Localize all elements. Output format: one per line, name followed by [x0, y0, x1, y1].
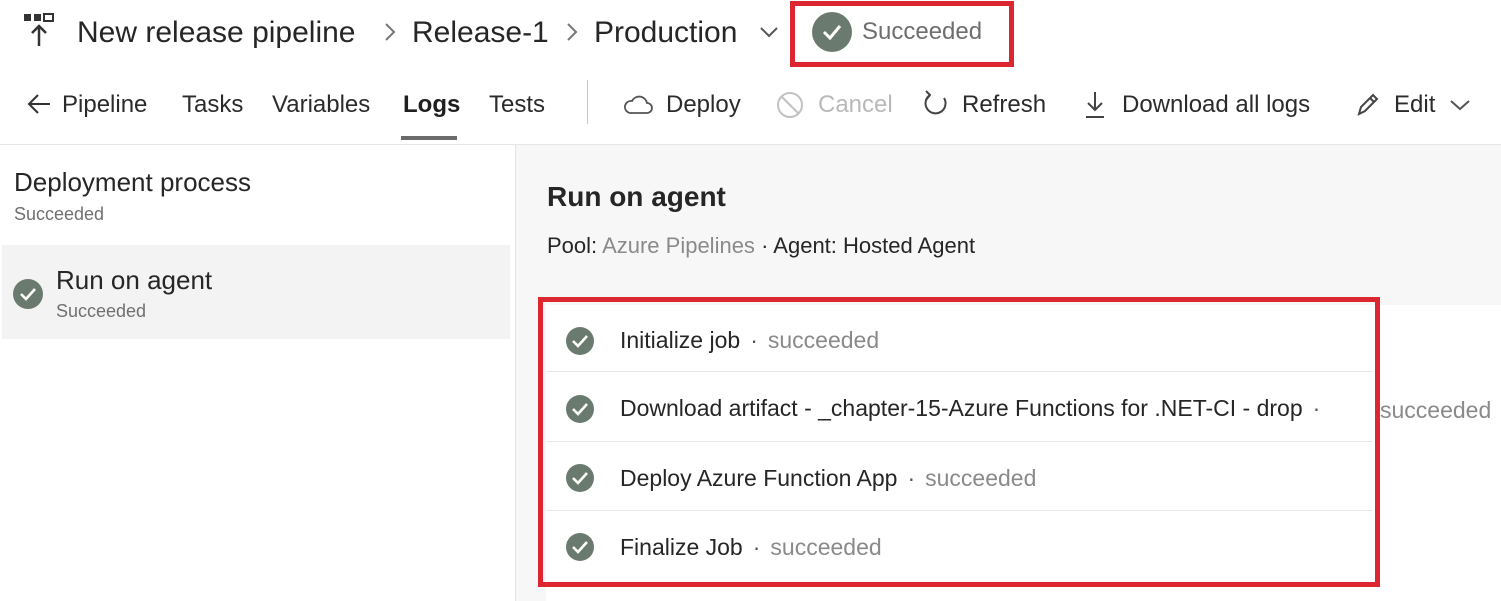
chevron-right-icon — [385, 23, 396, 41]
success-check-icon — [13, 279, 43, 309]
refresh-button[interactable]: Refresh — [962, 90, 1046, 120]
release-pipeline-icon — [24, 13, 54, 46]
pool-link[interactable]: Azure Pipelines — [602, 233, 755, 258]
agent-info: Pool: Azure Pipelines · Agent: Hosted Ag… — [547, 232, 975, 260]
job-name: Run on agent — [56, 265, 213, 295]
tab-pipeline[interactable]: Pipeline — [62, 90, 147, 120]
deployment-process-title[interactable]: Deployment process — [14, 166, 251, 198]
tab-tasks[interactable]: Tasks — [182, 90, 243, 120]
refresh-icon — [924, 90, 947, 115]
steps-highlight-box — [538, 297, 1380, 587]
edit-button[interactable]: Edit — [1394, 90, 1435, 120]
breadcrumb-stage[interactable]: Production — [594, 14, 737, 52]
pencil-icon — [1357, 93, 1379, 116]
tab-logs[interactable]: Logs — [403, 90, 460, 120]
meta-separator: · — [761, 233, 769, 258]
toolbar: Pipeline Tasks Variables Logs Tests Depl… — [0, 72, 1501, 144]
cloud-icon — [624, 95, 653, 114]
header: New release pipeline Release-1 Productio… — [0, 0, 1501, 70]
active-tab-indicator — [401, 136, 457, 140]
cancel-button[interactable]: Cancel — [818, 90, 893, 120]
release-status: Succeeded — [862, 18, 983, 45]
toolbar-divider — [587, 80, 588, 124]
agent-label: Agent: Hosted Agent — [773, 233, 976, 258]
tab-tests[interactable]: Tests — [489, 90, 545, 120]
breadcrumb-pipeline[interactable]: New release pipeline — [77, 14, 356, 52]
job-status: Succeeded — [56, 301, 147, 321]
success-check-icon — [812, 12, 852, 52]
step-status: succeeded — [1380, 397, 1492, 423]
download-all-logs-button[interactable]: Download all logs — [1122, 90, 1310, 120]
chevron-down-icon[interactable] — [759, 25, 779, 39]
chevron-down-icon[interactable] — [1449, 98, 1471, 112]
chevron-right-icon — [567, 23, 578, 41]
tab-variables[interactable]: Variables — [272, 90, 370, 120]
deploy-button[interactable]: Deploy — [666, 90, 741, 120]
deployment-process-status: Succeeded — [14, 204, 105, 224]
arrow-left-icon[interactable] — [26, 92, 52, 116]
job-detail-title: Run on agent — [547, 181, 726, 212]
cancel-icon — [777, 92, 803, 118]
download-icon — [1086, 92, 1104, 118]
pool-label: Pool: — [547, 233, 598, 258]
breadcrumb-release[interactable]: Release-1 — [412, 14, 549, 52]
